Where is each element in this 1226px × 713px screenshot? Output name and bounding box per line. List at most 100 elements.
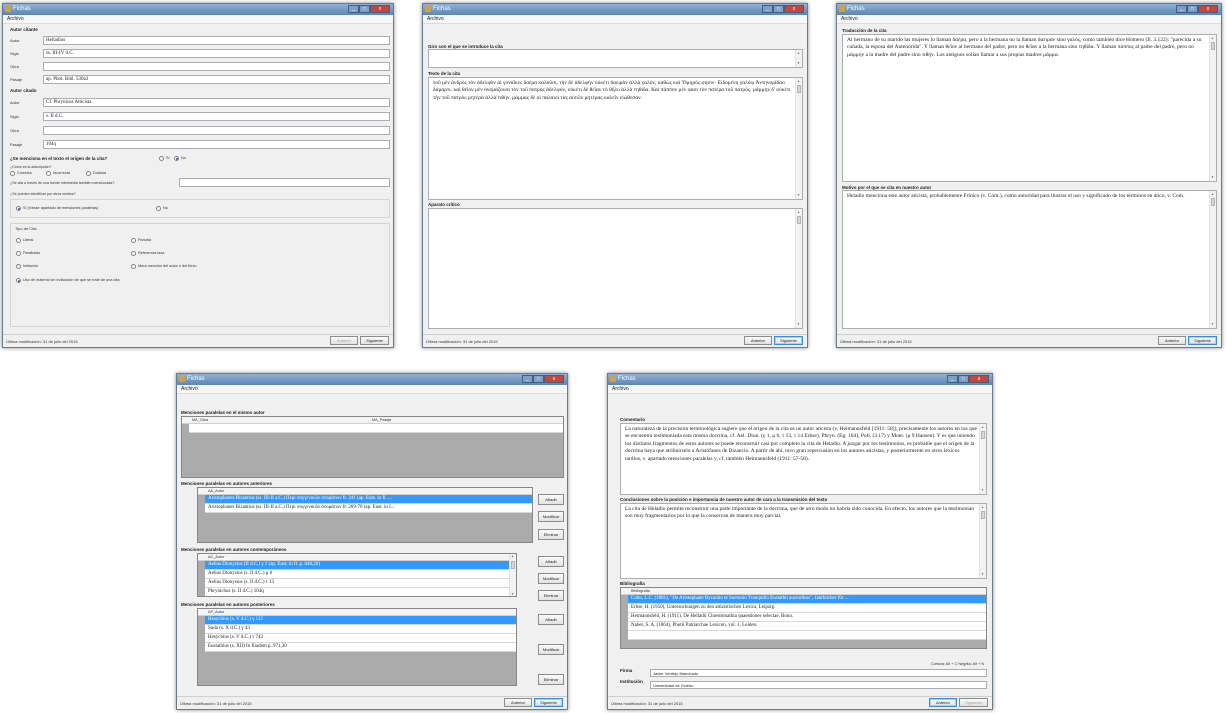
minimize-icon[interactable]: _ — [348, 5, 359, 13]
prev-button[interactable]: Anterior — [504, 698, 532, 707]
uso-material-radio[interactable] — [16, 278, 21, 283]
giro-textarea[interactable]: ▲ ▼ — [428, 49, 803, 68]
scroll-thumb[interactable] — [1211, 198, 1215, 206]
aparato-textarea[interactable]: ▲ ▼ — [428, 208, 803, 329]
contemporaneos-add-button[interactable]: Añadir — [538, 556, 564, 567]
scroll-thumb[interactable] — [511, 561, 515, 569]
grid-anteriores[interactable]: AA_Autor Aristophanes Bizantius (ss. III… — [197, 487, 533, 543]
posteriores-add-button[interactable]: Añadir — [538, 614, 564, 625]
scrollbar[interactable]: ▲ ▼ — [795, 209, 802, 328]
table-row[interactable]: Heimannsfeld, H. (1911), De Helladii Chr… — [628, 613, 986, 622]
origen-si-radio[interactable] — [159, 156, 164, 161]
close-icon[interactable]: x — [784, 5, 804, 13]
citante-siglo-field[interactable]: ss. III-IV d.C. — [43, 49, 390, 58]
table-row[interactable]: Aelius Dionysius (s. II d.C.) μ 6 — [205, 570, 511, 579]
scroll-thumb[interactable] — [797, 216, 801, 224]
close-icon[interactable]: x — [544, 375, 564, 383]
table-row[interactable]: Eustathius (s. XII) In Iliadem p. 971,30 — [205, 643, 516, 652]
scroll-thumb[interactable] — [981, 511, 985, 519]
close-icon[interactable]: x — [1198, 5, 1218, 13]
menu-archivo[interactable]: Archivo — [423, 15, 807, 24]
posteriores-delete-button[interactable]: Eliminar — [538, 674, 564, 685]
citado-autor-field[interactable]: Cf. Phrynicus Atticista — [43, 98, 390, 107]
parafrasis-radio[interactable] — [16, 251, 21, 256]
prev-button[interactable]: Anterior — [929, 698, 957, 707]
intermedia-field[interactable] — [179, 178, 390, 187]
identificar-si-radio[interactable] — [16, 206, 21, 211]
menu-archivo[interactable]: Archivo — [177, 385, 567, 394]
dudosa-radio[interactable] — [86, 171, 91, 176]
title-bar[interactable]: Fichas _ □ x — [837, 4, 1221, 15]
referencia-laxa-radio[interactable] — [131, 251, 136, 256]
title-bar[interactable]: Fichas _ □ x — [177, 374, 567, 385]
minimize-icon[interactable]: _ — [1176, 5, 1187, 13]
title-bar[interactable]: Fichas _ □ x — [423, 4, 807, 15]
next-button[interactable]: Siguiente — [1188, 336, 1217, 345]
parodia-radio[interactable] — [131, 238, 136, 243]
scroll-thumb[interactable] — [797, 85, 801, 93]
grid-bibliografia[interactable]: Bibliografia Cohn, L.C. (1881), "De Aris… — [620, 587, 987, 649]
table-row[interactable]: Aristophanes Bizantius (ss. III-II a.C.)… — [205, 495, 532, 504]
grid-contemporaneos[interactable]: AC_Autor Aelius Dionysius (II d.C.) γ 1 … — [197, 553, 517, 597]
citante-autor-field[interactable]: Helladius — [43, 36, 390, 45]
prev-button[interactable]: Anterior — [744, 336, 772, 345]
prev-button[interactable]: Anterior — [1158, 336, 1186, 345]
origen-no-radio[interactable] — [174, 156, 179, 161]
grid-mismo-autor[interactable]: MA_Obra MA_Pasaje * — [181, 416, 564, 478]
scrollbar[interactable]: ▲ ▼ — [1209, 191, 1216, 328]
menu-archivo[interactable]: Archivo — [3, 15, 393, 24]
next-button[interactable]: Siguiente — [774, 336, 803, 345]
citante-pasaje-field[interactable]: ap. Phot. Bibl. 530a3 — [43, 75, 390, 84]
table-row[interactable]: Hesychius (s. V d.C.) γ 112 — [205, 616, 516, 625]
menu-archivo[interactable]: Archivo — [608, 385, 992, 394]
institucion-field[interactable]: Universidad de Oviedo — [650, 681, 987, 689]
literal-radio[interactable] — [16, 238, 21, 243]
citante-obra-field[interactable] — [43, 62, 390, 71]
mera-mencion-radio[interactable] — [131, 264, 136, 269]
minimize-icon[interactable]: _ — [947, 375, 958, 383]
maximize-icon[interactable]: □ — [773, 5, 784, 13]
new-row[interactable]: * — [628, 631, 986, 640]
incorrecta-radio[interactable] — [46, 171, 51, 176]
firma-field[interactable]: Javier Verdejo Manchado — [650, 669, 987, 677]
scroll-thumb[interactable] — [1211, 42, 1215, 50]
citado-pasaje-field[interactable]: 104q — [43, 140, 390, 149]
maximize-icon[interactable]: □ — [533, 375, 544, 383]
next-button[interactable]: Siguiente — [959, 698, 988, 707]
maximize-icon[interactable]: □ — [958, 375, 969, 383]
grid-posteriores[interactable]: AP_Autor Hesychius (s. V d.C.) γ 112 Sud… — [197, 608, 517, 686]
texto-textarea[interactable]: τοῦ μὲν ἀνδρὸς τὸν ἀδελφὸν αἱ γυναῖκες δ… — [428, 77, 803, 200]
contemporaneos-modify-button[interactable]: Modificar — [538, 573, 564, 584]
menu-archivo[interactable]: Archivo — [837, 15, 1221, 24]
scrollbar[interactable]: ▲ ▼ — [509, 554, 516, 596]
prev-button[interactable]: Anterior — [330, 336, 358, 345]
scrollbar[interactable]: ▲ ▼ — [795, 78, 802, 199]
anteriores-delete-button[interactable]: Eliminar — [538, 529, 564, 540]
table-row[interactable]: Aristophanes Bizantius (ss. III-II a.C.)… — [205, 504, 532, 513]
close-icon[interactable]: x — [370, 5, 390, 13]
identificar-no-radio[interactable] — [156, 206, 161, 211]
next-button[interactable]: Siguiente — [534, 698, 563, 707]
traduccion-textarea[interactable]: Al hermano de su marido las mujeres lo l… — [842, 34, 1217, 182]
table-row[interactable]: Erbse, H. (1950), Untersuchungen zu den … — [628, 604, 986, 613]
new-row[interactable]: * — [189, 424, 563, 433]
motivo-textarea[interactable]: Heladio menciona este autor aticista, pr… — [842, 190, 1217, 329]
maximize-icon[interactable]: □ — [1187, 5, 1198, 13]
posteriores-modify-button[interactable]: Modificar — [538, 644, 564, 655]
title-bar[interactable]: Fichas _ □ x — [3, 4, 393, 15]
anteriores-modify-button[interactable]: Modificar — [538, 511, 564, 522]
scrollbar[interactable]: ▲ ▼ — [1209, 35, 1216, 181]
scrollbar[interactable]: ▲ ▼ — [979, 504, 986, 578]
citado-obra-field[interactable] — [43, 126, 390, 135]
table-row[interactable]: Suda (s. X d.C.) γ 43 — [205, 625, 516, 634]
correcta-radio[interactable] — [10, 171, 15, 176]
minimize-icon[interactable]: _ — [762, 5, 773, 13]
table-row[interactable]: Hesychius (s. V d.C.) τ 743 — [205, 634, 516, 643]
contemporaneos-delete-button[interactable]: Eliminar — [538, 590, 564, 601]
maximize-icon[interactable]: □ — [359, 5, 370, 13]
table-row[interactable]: Aelius Dionysius (II d.C.) γ 1 (ap. Eust… — [205, 561, 511, 570]
title-bar[interactable]: Fichas _ □ x — [608, 374, 992, 385]
table-row[interactable]: Phrynichus (s. II d.C.) 104q — [205, 588, 511, 596]
scrollbar[interactable]: ▲ ▼ — [979, 424, 986, 494]
conclusiones-textarea[interactable]: La cita de Heladio permite reconstruir u… — [620, 503, 987, 579]
